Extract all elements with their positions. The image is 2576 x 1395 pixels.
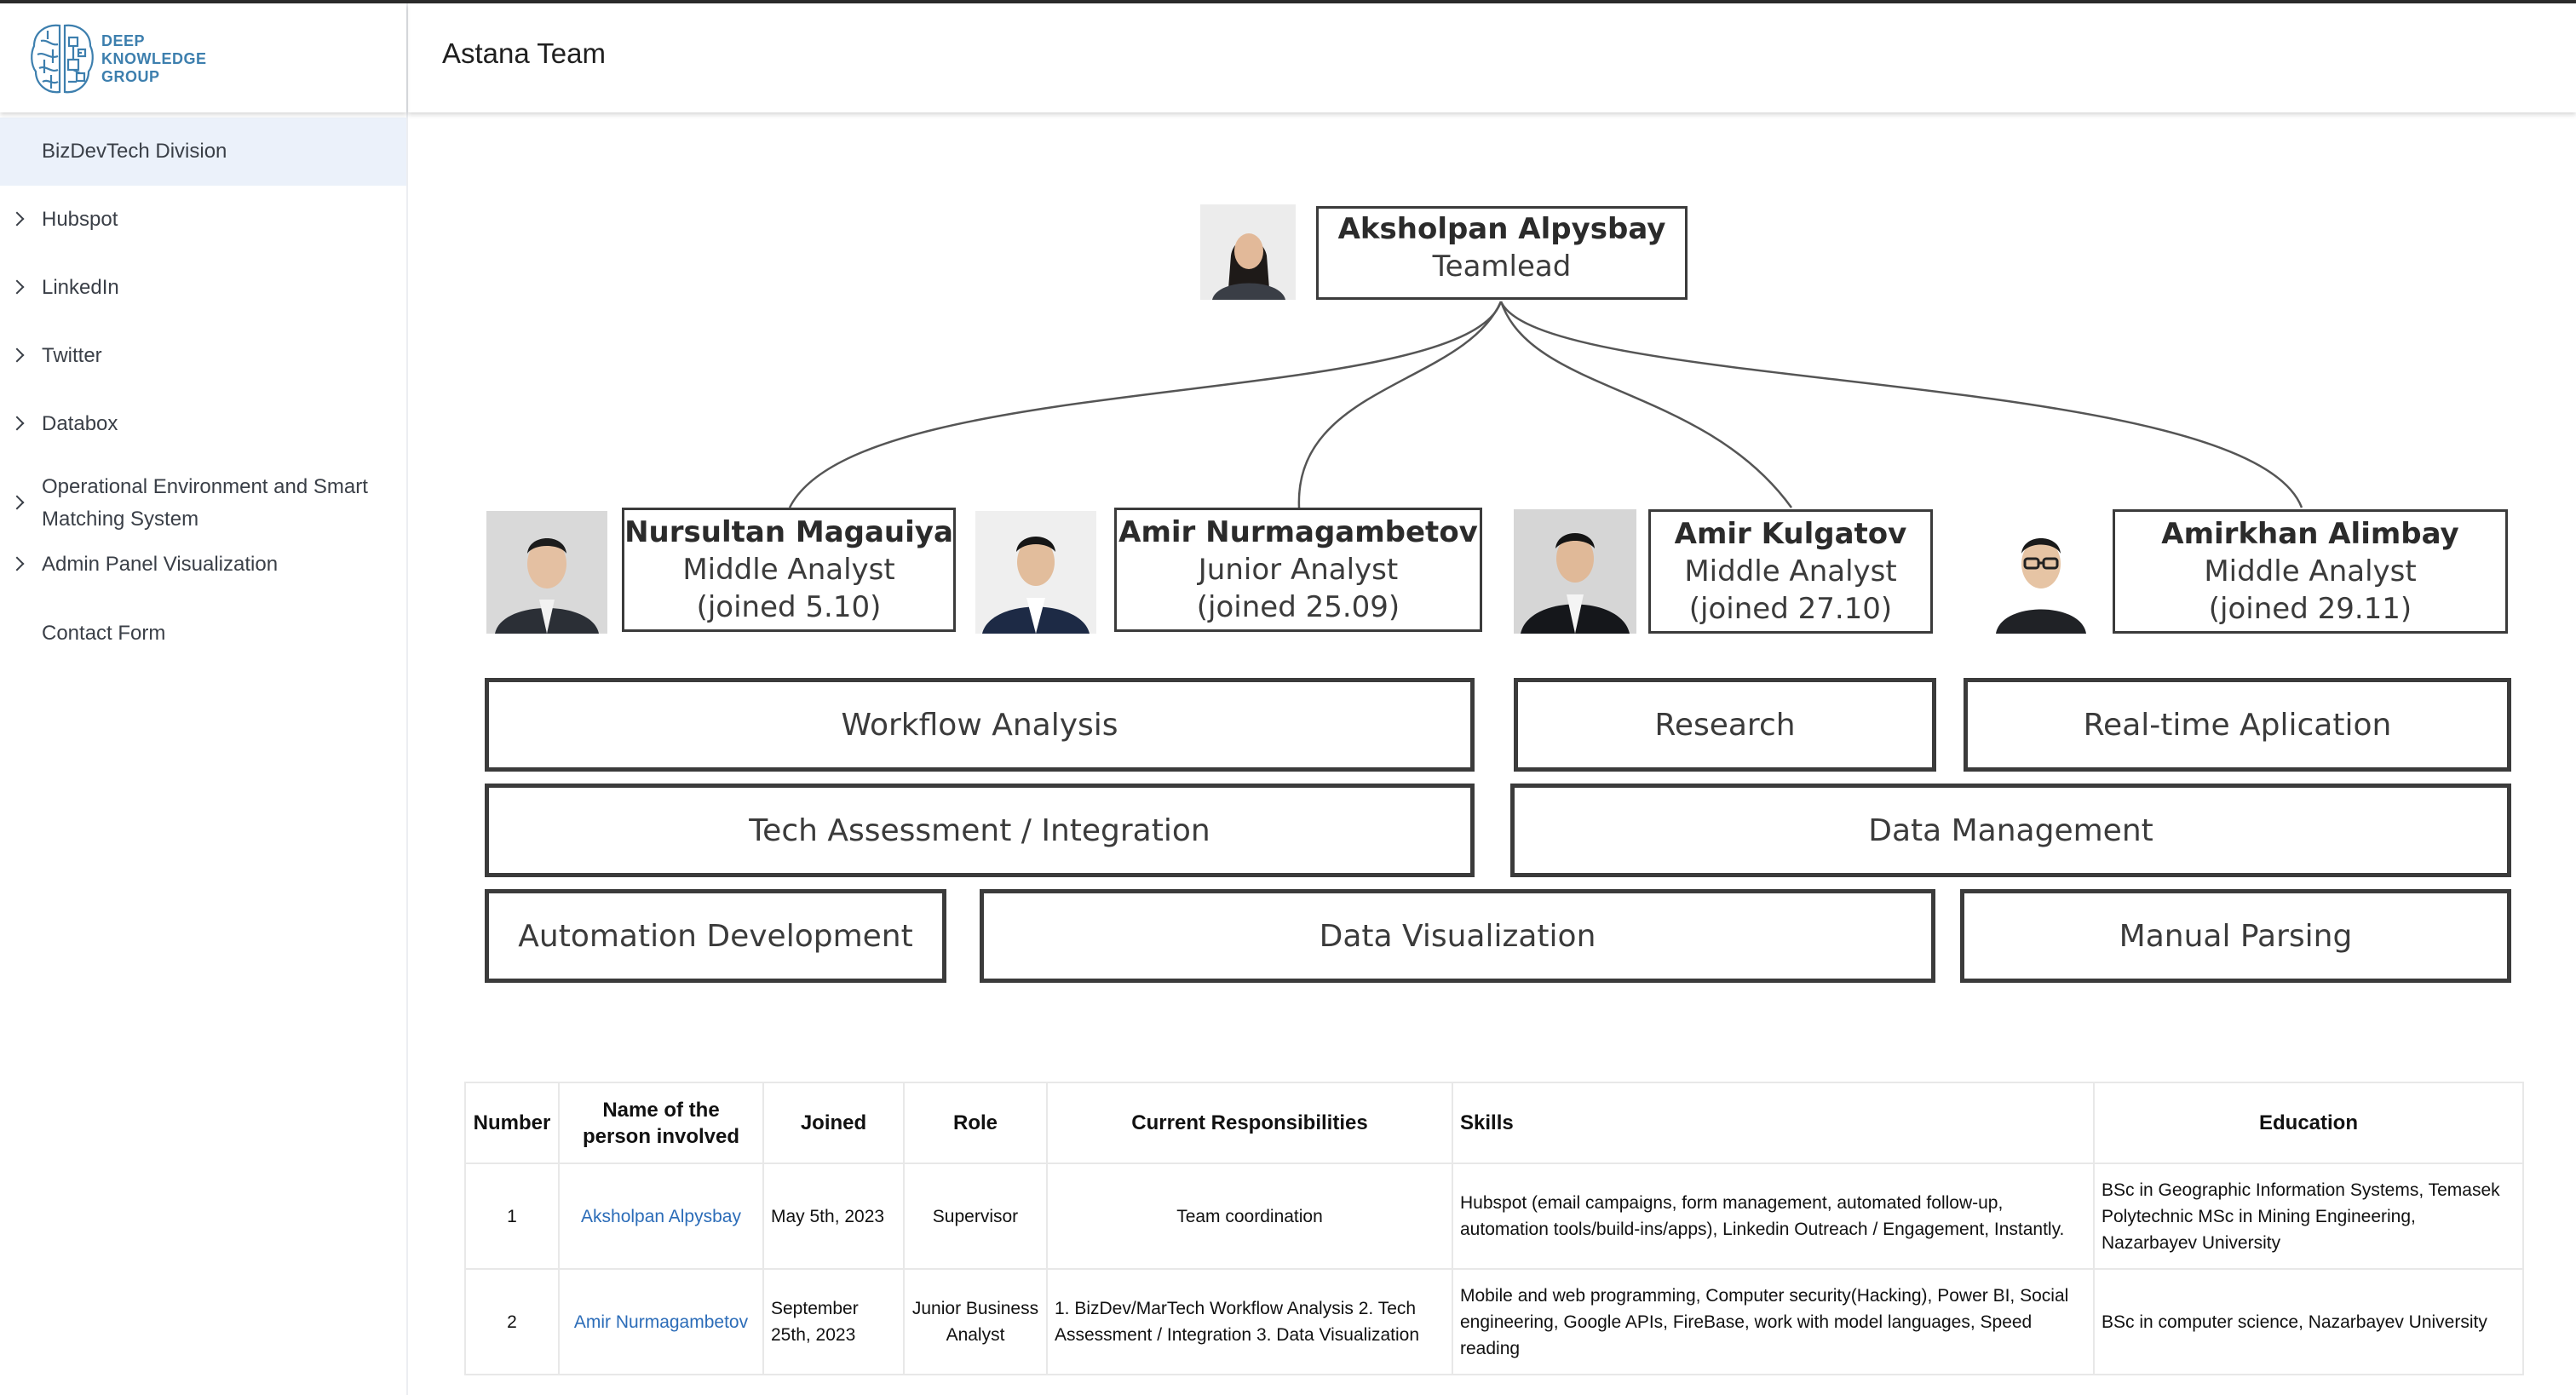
chevron-right-icon [9,556,25,571]
work-area-box: Manual Parsing [1960,889,2511,983]
org-node-member: Amir Nurmagambetov Junior Analyst (joine… [1114,508,1482,632]
person-name: Amir Nurmagambetov [1118,515,1478,549]
brain-icon [29,20,95,103]
logo[interactable]: DEEP KNOWLEDGE GROUP [0,3,406,112]
person-role: Middle Analyst [682,553,895,587]
table-row: 2 Amir Nurmagambetov September 25th, 202… [464,1268,2524,1375]
sidebar-item-label-line: Matching System [42,508,199,531]
cell-responsibilities: 1. BizDev/MarTech Workflow Analysis 2. T… [1046,1268,1453,1375]
person-joined: (joined 29.11) [2208,592,2412,626]
column-header: Name of the person involved [558,1082,764,1164]
org-node-member: Nursultan Magauiya Middle Analyst (joine… [622,508,956,632]
chevron-right-icon [9,279,25,295]
table-header-row: Number Name of the person involved Joined… [464,1082,2524,1164]
column-header: Skills [1452,1082,2095,1164]
person-name: Aksholpan Alpysbay [1337,212,1666,246]
chevron-right-icon [9,211,25,227]
person-role: Middle Analyst [2204,554,2417,588]
sidebar-item-twitter[interactable]: Twitter [0,322,406,390]
chevron-right-icon [9,347,25,363]
sidebar: DEEP KNOWLEDGE GROUP BizDevTech Division… [0,3,408,1395]
column-header-line: Name of the [602,1098,720,1122]
column-header: Education [2093,1082,2524,1164]
cell-role: Supervisor [903,1162,1048,1270]
team-table: Number Name of the person involved Joined… [464,1082,2524,1375]
column-header: Role [903,1082,1048,1164]
sidebar-item-label: Hubspot [42,208,118,231]
sidebar-item-label: Contact Form [42,622,166,645]
chevron-right-icon [9,495,25,510]
avatar-member [1514,509,1636,634]
column-header: Joined [762,1082,905,1164]
org-node-member: Amirkhan Alimbay Middle Analyst (joined … [2113,509,2508,634]
sidebar-item-admin-panel-visualization[interactable]: Admin Panel Visualization [0,542,406,588]
person-role: Teamlead [1432,250,1572,284]
org-chart: Aksholpan Alpysbay Teamlead Nursultan Ma… [408,112,2576,1066]
cell-education: BSc in computer science, Nazarbayev Univ… [2093,1268,2524,1375]
logo-wordmark: DEEP KNOWLEDGE GROUP [101,32,207,86]
sidebar-item-label: BizDevTech Division [42,140,227,163]
sidebar-item-label: Admin Panel Visualization [42,553,279,576]
person-joined: (joined 25.09) [1196,590,1400,624]
logo-line: DEEP [101,32,146,49]
column-header-line: person involved [582,1124,740,1148]
person-link[interactable]: Amir Nurmagambetov [558,1268,764,1375]
page-title: Astana Team [442,37,607,69]
work-area-box: Data Management [1510,784,2511,877]
sidebar-item-label: Twitter [42,344,102,367]
avatar-lead [1200,204,1296,300]
column-header: Current Responsibilities [1046,1082,1453,1164]
work-area-box: Research [1514,678,1936,772]
sidebar-item-label: LinkedIn [42,276,119,299]
sidebar-item-contact-form[interactable]: Contact Form [0,600,406,668]
person-joined: (joined 5.10) [696,590,882,624]
sidebar-item-operational-environment[interactable]: Operational Environment and Smart Matchi… [0,458,406,548]
work-area-box: Tech Assessment / Integration [485,784,1475,877]
cell-role: Junior Business Analyst [903,1268,1048,1375]
sidebar-item-databox[interactable]: Databox [0,390,406,458]
sidebar-item-hubspot[interactable]: Hubspot [0,186,406,254]
person-role: Middle Analyst [1684,554,1897,588]
org-node-lead: Aksholpan Alpysbay Teamlead [1316,206,1688,300]
sidebar-item-label: Operational Environment and Smart Matchi… [42,471,368,536]
work-area-box: Workflow Analysis [485,678,1475,772]
logo-line: KNOWLEDGE [101,50,207,67]
cell-education: BSc in Geographic Information Systems, T… [2093,1162,2524,1270]
sidebar-item-label-line: Operational Environment and Smart [42,475,368,498]
person-name: Amir Kulgatov [1674,517,1907,551]
chevron-right-icon [9,416,25,431]
cell-number: 1 [464,1162,560,1270]
page-header: Astana Team [408,3,2576,112]
avatar-member [486,511,607,634]
cell-joined: May 5th, 2023 [762,1162,905,1270]
cell-skills: Hubspot (email campaigns, form managemen… [1452,1162,2095,1270]
work-area-box: Real-time Aplication [1964,678,2511,772]
person-name: Nursultan Magauiya [624,515,953,549]
person-role: Junior Analyst [1198,553,1399,587]
avatar-member [1981,511,2102,634]
avatar-member [975,511,1096,634]
cell-number: 2 [464,1268,560,1375]
table-row: 1 Aksholpan Alpysbay May 5th, 2023 Super… [464,1162,2524,1270]
person-link[interactable]: Aksholpan Alpysbay [558,1162,764,1270]
cell-joined: September 25th, 2023 [762,1268,905,1375]
person-joined: (joined 27.10) [1688,592,1893,626]
logo-line: GROUP [101,68,160,85]
work-area-box: Automation Development [485,889,946,983]
person-name: Amirkhan Alimbay [2161,517,2459,551]
sidebar-item-bizdevtech-division[interactable]: BizDevTech Division [0,118,406,186]
column-header: Number [464,1082,560,1164]
work-area-box: Data Visualization [980,889,1935,983]
sidebar-item-linkedin[interactable]: LinkedIn [0,254,406,322]
cell-responsibilities: Team coordination [1046,1162,1453,1270]
org-node-member: Amir Kulgatov Middle Analyst (joined 27.… [1648,509,1933,634]
sidebar-item-label: Databox [42,412,118,435]
sidebar-nav: BizDevTech Division Hubspot LinkedIn Twi… [0,118,406,668]
cell-skills: Mobile and web programming, Computer sec… [1452,1268,2095,1375]
